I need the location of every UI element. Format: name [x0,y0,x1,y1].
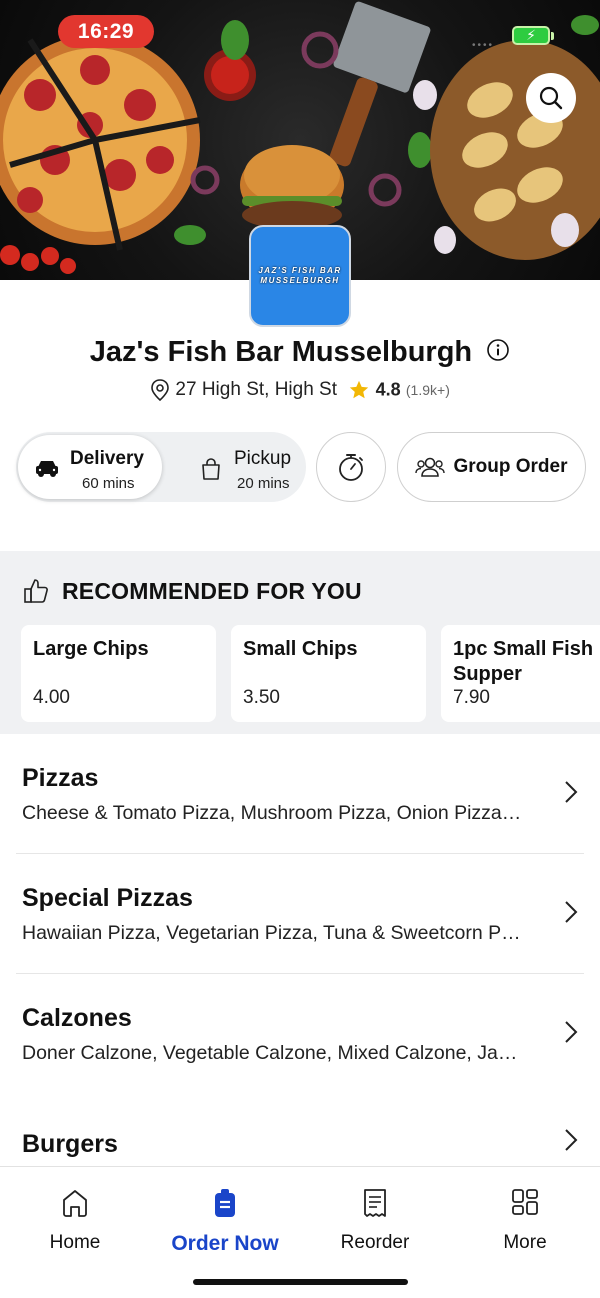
delivery-time: 60 mins [82,475,135,492]
chevron-right-icon [565,781,578,803]
receipt-icon [364,1189,386,1217]
grid-icon [512,1189,538,1215]
location-pin-icon [151,379,169,402]
schedule-button[interactable] [316,432,386,502]
search-icon [539,86,563,110]
search-button[interactable] [526,73,576,123]
recommended-section: RECOMMENDED FOR YOU Large Chips 4.00 Sma… [0,551,600,734]
recommended-item-name: 1pc Small Fish Supper [453,638,594,685]
category-row-special-pizzas[interactable]: Special Pizzas Hawaiian Pizza, Vegetaria… [16,854,584,974]
recommended-item-price: 3.50 [243,687,280,708]
recommended-card[interactable]: 1pc Small Fish Supper 7.90 [441,625,600,722]
car-icon [36,461,58,477]
category-title: Calzones [22,1004,132,1032]
nav-home-label: Home [49,1232,101,1253]
category-description: Doner Calzone, Vegetable Calzone, Mixed … [22,1042,518,1064]
recommended-item-name: Small Chips [243,638,358,660]
review-count: (1.9k+) [405,382,450,398]
group-order-button[interactable]: Group Order [397,432,586,502]
restaurant-logo: JAZ'S FISH BAR MUSSELBURGH [249,225,351,327]
chevron-right-icon [565,1129,578,1151]
chevron-right-icon [565,1021,578,1043]
status-time: 16:29 [58,15,154,48]
nav-order-now-label: Order Now [171,1232,279,1255]
battery-charging-glyph: ⚡ [526,27,536,43]
thumbs-up-icon [24,579,48,603]
order-bag-icon [215,1189,235,1217]
pickup-time: 20 mins [237,475,290,492]
recommended-heading: RECOMMENDED FOR YOU [22,577,362,605]
category-row-burgers[interactable]: Burgers [16,1100,584,1166]
star-icon [350,380,369,399]
logo-line-2: MUSSELBURGH [260,276,340,285]
nav-reorder-label: Reorder [340,1232,410,1253]
restaurant-address: 27 High St, High St [175,379,338,400]
category-row-pizzas[interactable]: Pizzas Cheese & Tomato Pizza, Mushroom P… [16,734,584,854]
home-icon [63,1190,87,1217]
category-title: Special Pizzas [22,884,193,912]
category-title: Burgers [22,1130,118,1158]
nav-home[interactable]: Home [0,1187,150,1254]
logo-line-1: JAZ'S FISH BAR [258,266,342,275]
restaurant-name: Jaz's Fish Bar Musselburgh [89,336,473,368]
category-row-calzones[interactable]: Calzones Doner Calzone, Vegetable Calzon… [16,974,584,1094]
recommended-title: RECOMMENDED FOR YOU [62,577,362,604]
home-indicator [193,1279,408,1285]
recommended-card[interactable]: Small Chips 3.50 [231,625,426,722]
delivery-option[interactable]: Delivery 60 mins [18,435,162,499]
recommended-card[interactable]: Large Chips 4.00 [21,625,216,722]
restaurant-meta: 27 High St, High St 4.8 (1.9k+) [0,378,600,402]
recommended-item-name: Large Chips [33,638,149,660]
chevron-right-icon [565,901,578,923]
category-description: Cheese & Tomato Pizza, Mushroom Pizza, O… [22,802,522,824]
category-title: Pizzas [22,764,99,792]
signal-icon: •••• [472,40,495,51]
delivery-label: Delivery [70,448,144,469]
order-mode-toggle: Delivery 60 mins Pickup 20 mins [16,432,306,502]
pickup-option[interactable]: Pickup 20 mins [166,435,304,499]
nav-order-now[interactable]: Order Now [150,1187,300,1256]
category-description: Hawaiian Pizza, Vegetarian Pizza, Tuna &… [22,922,521,944]
battery-icon: ⚡ [512,26,554,45]
group-order-label: Group Order [453,456,568,477]
rating-value: 4.8 [375,379,401,400]
group-people-icon [415,457,446,477]
recommended-item-price: 7.90 [453,687,490,708]
info-icon[interactable] [486,338,510,362]
restaurant-title: Jaz's Fish Bar Musselburgh [0,336,600,369]
nav-more[interactable]: More [450,1187,600,1254]
pickup-label: Pickup [234,448,292,469]
recommended-item-price: 4.00 [33,687,70,708]
stopwatch-icon [339,454,363,481]
shopping-bag-icon [202,458,220,480]
nav-reorder[interactable]: Reorder [300,1187,450,1254]
nav-more-label: More [503,1232,547,1253]
